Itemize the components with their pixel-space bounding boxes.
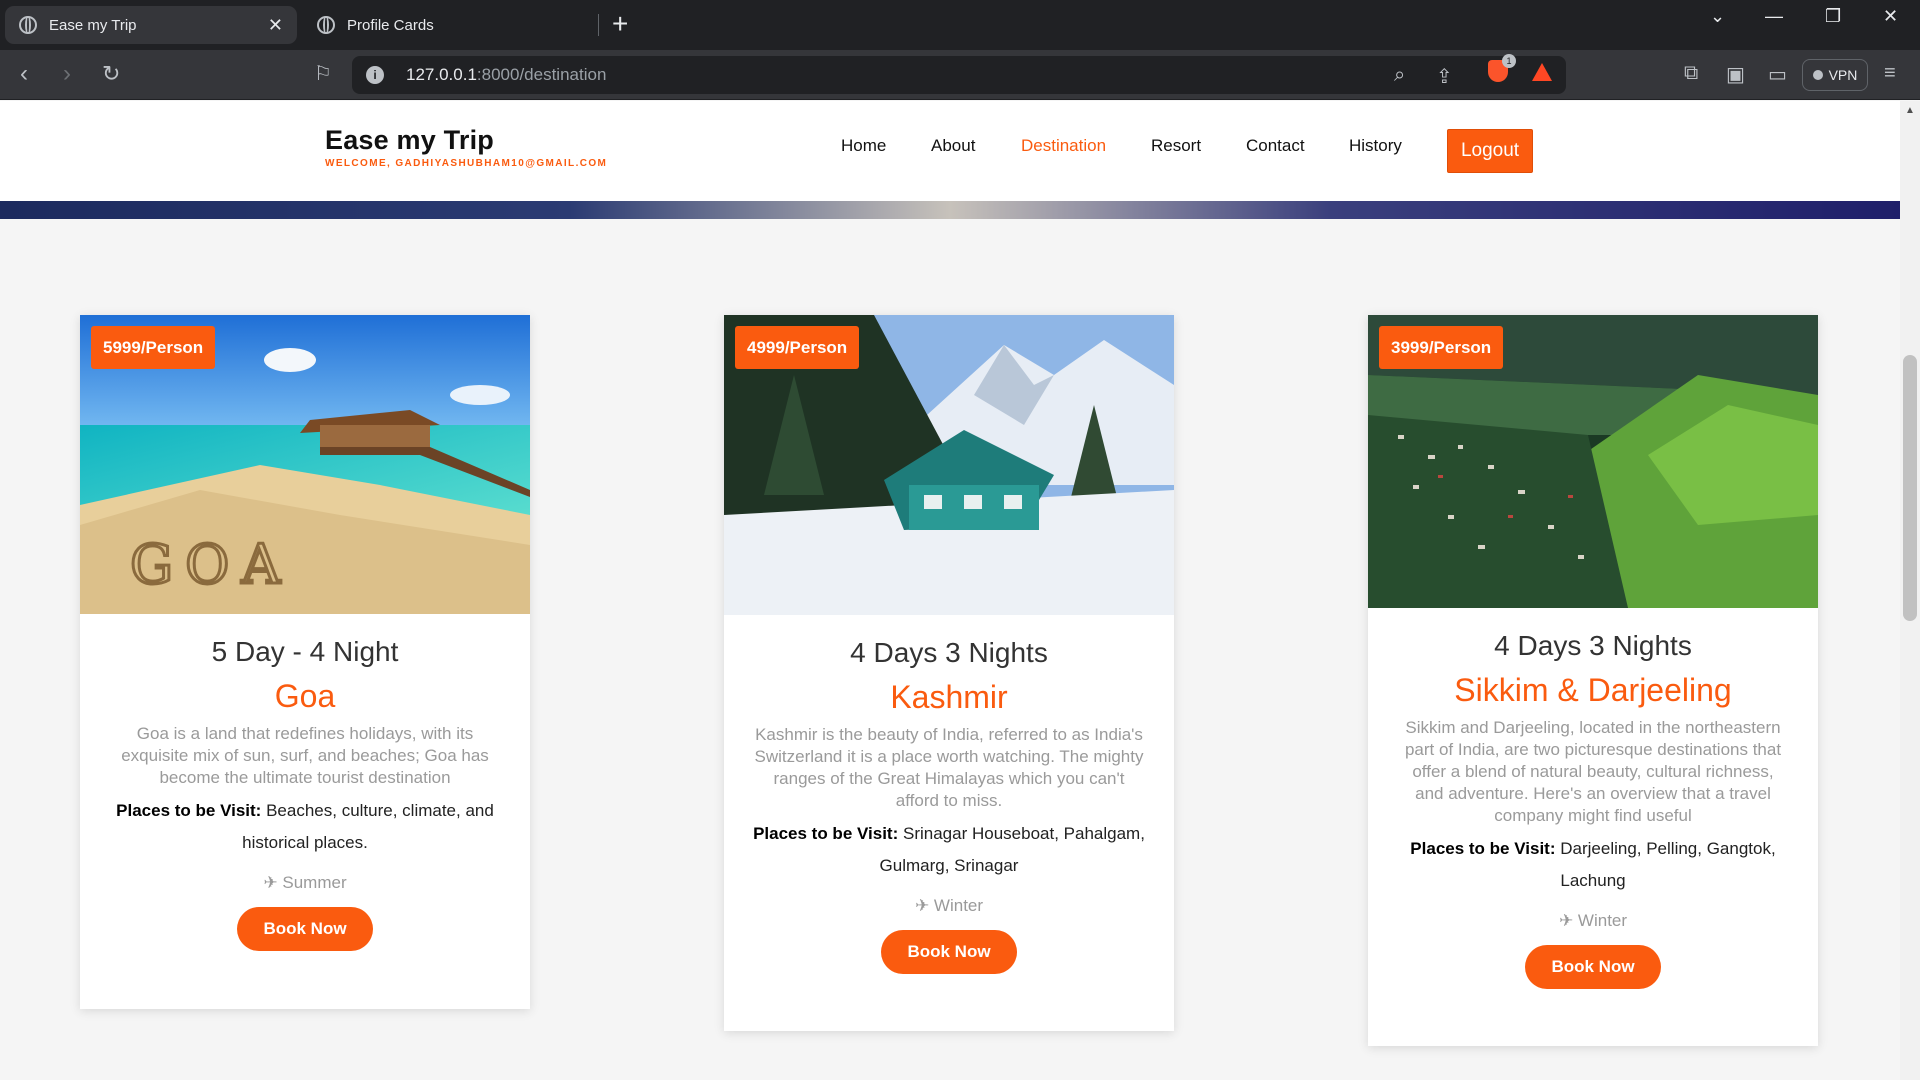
forward-button[interactable]: › <box>63 60 71 88</box>
address-bar[interactable]: i 127.0.0.1:8000/destination ⌕ ⇪ <box>352 56 1566 94</box>
sikkim-hills-image: 3999/Person <box>1368 315 1818 608</box>
back-button[interactable]: ‹ <box>20 60 28 88</box>
places-value: Srinagar Houseboat, Pahalgam, Gulmarg, S… <box>879 824 1145 875</box>
tab-title: Ease my Trip <box>49 16 137 34</box>
plane-icon: ✈ <box>263 873 278 892</box>
close-icon[interactable]: ✕ <box>268 15 283 36</box>
page-viewport: Ease my Trip WELCOME, GADHIYASHUBHAM10@G… <box>0 101 1900 1080</box>
destination-card-kashmir: 4999/Person 4 Days 3 Nights Kashmir Kash… <box>724 315 1174 1031</box>
wallet-icon[interactable]: ▭ <box>1768 62 1787 87</box>
card-description: Kashmir is the beauty of India, referred… <box>754 725 1144 810</box>
brand[interactable]: Ease my Trip WELCOME, GADHIYASHUBHAM10@G… <box>325 125 607 169</box>
card-description: Sikkim and Darjeeling, located in the no… <box>1404 718 1782 825</box>
scrollbar-thumb[interactable] <box>1903 355 1917 621</box>
logout-button[interactable]: Logout <box>1447 129 1533 173</box>
extensions-icon[interactable]: ⧉ <box>1684 62 1698 85</box>
book-now-button[interactable]: Book Now <box>881 930 1017 974</box>
brave-rewards-icon[interactable] <box>1532 63 1552 81</box>
card-destination-name: Sikkim & Darjeeling <box>1454 672 1732 708</box>
svg-text:GOA: GOA <box>130 533 292 596</box>
tab-profile-cards[interactable]: Profile Cards <box>303 6 593 44</box>
globe-icon <box>317 16 335 34</box>
goa-beach-image: GOA 5999/Person <box>80 315 530 614</box>
kashmir-snow-image: 4999/Person <box>724 315 1174 615</box>
window-close-button[interactable]: ✕ <box>1883 6 1898 27</box>
reload-button[interactable]: ↻ <box>102 60 120 88</box>
vpn-status-icon <box>1812 70 1823 80</box>
shields-count: 1 <box>1502 54 1516 68</box>
url-text[interactable]: 127.0.0.1:8000/destination <box>406 65 606 85</box>
bookmark-icon[interactable]: ⚐ <box>314 60 332 88</box>
hero-image-strip <box>0 201 1900 219</box>
nav-destination[interactable]: Destination <box>1021 136 1106 156</box>
tab-ease-my-trip[interactable]: Ease my Trip ✕ <box>5 6 297 44</box>
menu-icon[interactable]: ≡ <box>1884 62 1896 85</box>
card-destination-name: Goa <box>274 678 336 714</box>
brand-title: Ease my Trip <box>325 125 494 155</box>
nav-contact[interactable]: Contact <box>1246 136 1305 156</box>
browser-tab-bar: Ease my Trip ✕ Profile Cards + ⌄ — ❐ ✕ <box>0 0 1920 50</box>
globe-icon <box>19 16 37 34</box>
browser-toolbar: ‹ › ↻ ⚐ i 127.0.0.1:8000/destination ⌕ ⇪… <box>0 50 1920 100</box>
tab-title: Profile Cards <box>347 16 434 34</box>
card-places: Places to be Visit: Darjeeling, Pelling,… <box>1368 833 1818 897</box>
card-places: Places to be Visit: Srinagar Houseboat, … <box>724 818 1174 882</box>
price-badge: 4999/Person <box>735 326 860 369</box>
card-places: Places to be Visit: Beaches, culture, cl… <box>80 795 530 859</box>
scroll-up-icon[interactable]: ▲ <box>1905 105 1915 116</box>
places-label: Places to be Visit: <box>116 801 262 820</box>
places-value: Darjeeling, Pelling, Gangtok, Lachung <box>1560 839 1776 890</box>
price-badge: 3999/Person <box>1379 326 1504 369</box>
nav-history[interactable]: History <box>1349 136 1402 156</box>
nav-resort[interactable]: Resort <box>1151 136 1201 156</box>
minimize-button[interactable]: — <box>1765 6 1783 27</box>
share-icon[interactable]: ⇪ <box>1436 64 1453 89</box>
page-scrollbar[interactable]: ▲ <box>1900 101 1920 1080</box>
nav-about[interactable]: About <box>931 136 975 156</box>
chevron-down-icon[interactable]: ⌄ <box>1710 6 1725 27</box>
card-season: ✈ Summer <box>263 873 347 892</box>
sidebar-icon[interactable]: ▣ <box>1726 62 1745 87</box>
new-tab-button[interactable]: + <box>612 8 628 40</box>
zoom-icon[interactable]: ⌕ <box>1394 64 1405 87</box>
price-badge: 5999/Person <box>91 326 216 369</box>
card-destination-name: Kashmir <box>890 679 1008 715</box>
card-description: Goa is a land that redefines holidays, w… <box>121 724 489 787</box>
card-duration: 4 Days 3 Nights <box>1494 630 1692 661</box>
plane-icon: ✈ <box>914 896 930 915</box>
places-value: Beaches, culture, climate, and historica… <box>242 801 494 852</box>
card-season: ✈ Winter <box>914 896 984 915</box>
tab-separator <box>598 14 599 36</box>
places-label: Places to be Visit: <box>753 824 899 843</box>
destination-card-sikkim: 3999/Person 4 Days 3 Nights Sikkim & Dar… <box>1368 315 1818 1046</box>
vpn-button[interactable]: VPN <box>1802 59 1868 91</box>
restore-button[interactable]: ❐ <box>1825 6 1841 27</box>
card-season: ✈ Winter <box>1558 911 1628 930</box>
book-now-button[interactable]: Book Now <box>237 907 373 951</box>
site-navbar: Ease my Trip WELCOME, GADHIYASHUBHAM10@G… <box>0 101 1900 201</box>
destination-card-goa: GOA 5999/Person 5 Day - 4 Night Goa Goa … <box>80 315 530 1009</box>
book-now-button[interactable]: Book Now <box>1525 945 1661 989</box>
places-label: Places to be Visit: <box>1410 839 1556 858</box>
welcome-text: WELCOME, GADHIYASHUBHAM10@GMAIL.COM <box>325 158 608 169</box>
card-duration: 5 Day - 4 Night <box>211 636 399 667</box>
nav-home[interactable]: Home <box>841 136 886 156</box>
plane-icon: ✈ <box>1558 911 1574 930</box>
card-duration: 4 Days 3 Nights <box>850 637 1048 668</box>
site-info-icon[interactable]: i <box>366 66 384 84</box>
